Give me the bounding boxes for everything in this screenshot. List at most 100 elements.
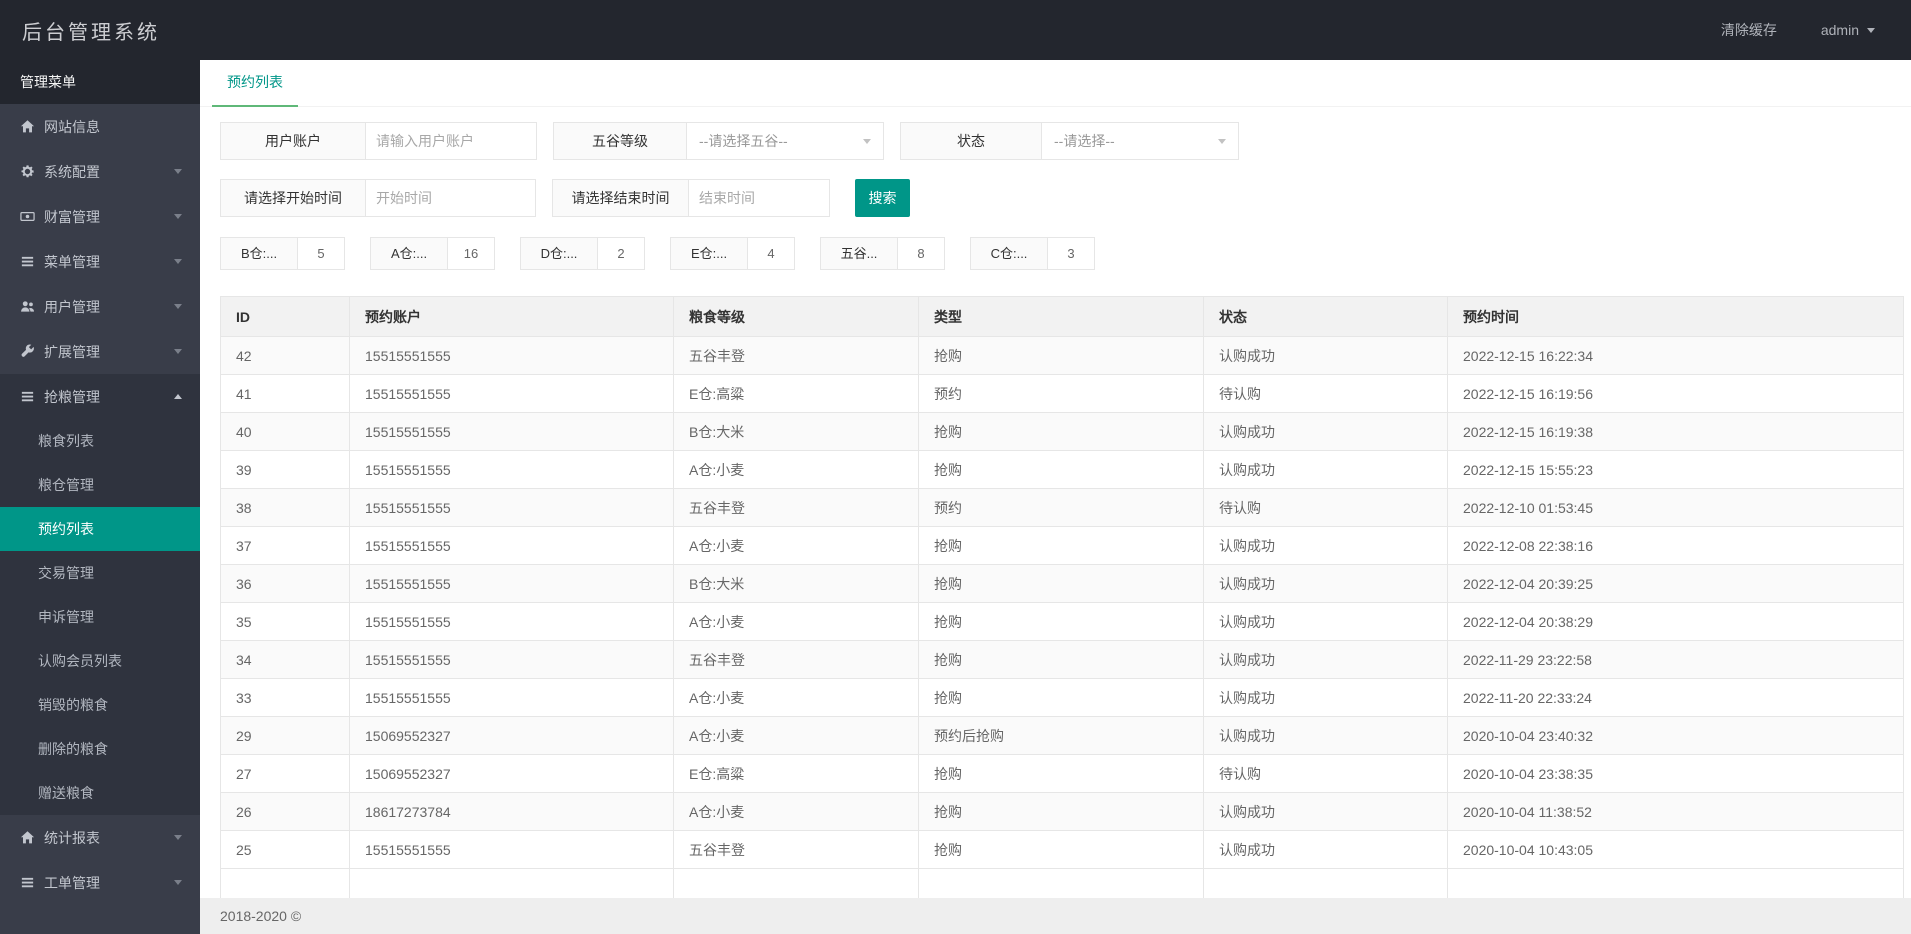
table-cell: 2022-11-20 22:33:24 — [1447, 678, 1904, 717]
chevron-down-icon — [174, 349, 182, 354]
search-button[interactable]: 搜索 — [855, 179, 910, 217]
table-cell: 39 — [220, 450, 350, 489]
sidebar-item-user-mgmt[interactable]: 用户管理 — [0, 284, 200, 329]
sidebar-item-stats-report[interactable]: 统计报表 — [0, 815, 200, 860]
table-cell: 待认购 — [1203, 488, 1448, 527]
sidebar-item-system-config[interactable]: 系统配置 — [0, 149, 200, 194]
sidebar-subitem-appeal-mgmt[interactable]: 申诉管理 — [0, 595, 200, 639]
table-cell: 34 — [220, 640, 350, 679]
column-header: ID — [220, 296, 350, 337]
table-cell: 29 — [220, 716, 350, 755]
stat-box: E仓:... 4 — [670, 237, 795, 270]
table-cell: E仓:高粱 — [673, 374, 919, 413]
sidebar-item-wealth-mgmt[interactable]: 财富管理 — [0, 194, 200, 239]
table-cell: 2022-12-15 16:19:56 — [1447, 374, 1904, 413]
table-cell: 41 — [220, 374, 350, 413]
table-cell: 2022-12-04 20:39:25 — [1447, 564, 1904, 603]
tab-bar: 预约列表 — [200, 60, 1911, 107]
table-cell: 抢购 — [918, 830, 1204, 869]
filter-grain-grade: 五谷等级 --请选择五谷-- — [553, 122, 884, 160]
table-cell: 2022-12-08 22:38:16 — [1447, 526, 1904, 565]
stat-value: 2 — [597, 237, 645, 270]
table-cell: 36 — [220, 564, 350, 603]
clear-cache-link[interactable]: 清除缓存 — [1721, 20, 1777, 40]
end-time-input[interactable] — [688, 179, 830, 217]
table-cell: 抢购 — [918, 450, 1204, 489]
sidebar-item-label: 网站信息 — [44, 118, 100, 135]
grain-grade-select[interactable]: --请选择五谷-- — [686, 122, 884, 160]
table-cell: 抢购 — [918, 640, 1204, 679]
table-cell: B仓:大米 — [673, 564, 919, 603]
table-cell: 15515551555 — [349, 412, 674, 451]
filter-row-2: 请选择开始时间 请选择结束时间 搜索 — [220, 179, 1911, 217]
chevron-down-icon — [174, 880, 182, 885]
list-icon — [21, 256, 34, 267]
sidebar-item-label: 财富管理 — [44, 208, 100, 225]
table-cell: 五谷丰登 — [673, 336, 919, 375]
table-cell: 抢购 — [918, 412, 1204, 451]
filter-label-user-account: 用户账户 — [220, 122, 366, 160]
table-cell: 认购成功 — [1203, 716, 1448, 755]
sidebar: 管理菜单 网站信息 系统配置 财富管理 菜单管理 用户管理 扩展管理 抢粮管理 粮食列表 粮仓管… — [0, 60, 200, 934]
table-cell: 38 — [220, 488, 350, 527]
table-row: 38 15515551555 五谷丰登 预约 待认购 2022-12-10 01:53:4… — [220, 488, 1904, 527]
sidebar-subitem-subscribe-member-list[interactable]: 认购会员列表 — [0, 639, 200, 683]
table-cell: 五谷丰登 — [673, 488, 919, 527]
sidebar-subitem-grain-list[interactable]: 粮食列表 — [0, 419, 200, 463]
user-account-input[interactable] — [365, 122, 537, 160]
start-time-input[interactable] — [365, 179, 536, 217]
stat-value: 16 — [447, 237, 495, 270]
users-icon — [21, 301, 34, 312]
wrench-icon — [21, 344, 34, 357]
table-cell: A仓:小麦 — [673, 450, 919, 489]
table-cell: 2020-10-04 10:43:05 — [1447, 830, 1904, 869]
select-placeholder: --请选择五谷-- — [699, 133, 788, 149]
table-cell: 15515551555 — [349, 678, 674, 717]
user-menu[interactable]: admin — [1821, 22, 1875, 38]
table-row: 39 15515551555 A仓:小麦 抢购 认购成功 2022-12-15 15:55… — [220, 450, 1904, 489]
filter-label-grain-grade: 五谷等级 — [553, 122, 687, 160]
table-cell: 认购成功 — [1203, 678, 1448, 717]
table-cell: 15069552327 — [349, 716, 674, 755]
sidebar-item-label: 系统配置 — [44, 163, 100, 180]
table-cell: 2020-10-04 11:38:52 — [1447, 792, 1904, 831]
status-select[interactable]: --请选择-- — [1041, 122, 1239, 160]
home-icon — [20, 831, 35, 844]
chevron-up-icon — [174, 394, 182, 399]
table-cell: 15515551555 — [349, 830, 674, 869]
filter-start-time: 请选择开始时间 — [220, 179, 536, 217]
table-cell: 18617273784 — [349, 792, 674, 831]
username: admin — [1820, 22, 1859, 38]
table-cell: 认购成功 — [1203, 526, 1448, 565]
sidebar-item-label: 抢粮管理 — [44, 388, 100, 405]
sidebar-subitem-destroyed-grain[interactable]: 销毁的粮食 — [0, 683, 200, 727]
chevron-down-icon — [174, 214, 182, 219]
footer: 2018-2020 © — [200, 898, 1911, 934]
sidebar-item-menu-mgmt[interactable]: 菜单管理 — [0, 239, 200, 284]
main-content: 预约列表 用户账户五谷等级--请选择五谷--状态--请选择-- 请选择开始时间请… — [200, 60, 1911, 934]
sidebar-subitem-deleted-grain[interactable]: 删除的粮食 — [0, 727, 200, 771]
table-cell: 33 — [220, 678, 350, 717]
stat-box: A仓:... 16 — [370, 237, 495, 270]
list-icon — [21, 877, 34, 888]
filter-area: 用户账户 五谷等级 --请选择五谷-- 状态 --请选择-- 请选择开始时间 请选择结束时… — [200, 107, 1911, 217]
stat-box: D仓:... 2 — [520, 237, 645, 270]
table-cell: 15069552327 — [349, 754, 674, 793]
table-cell: 35 — [220, 602, 350, 641]
sidebar-item-label: 统计报表 — [44, 829, 100, 846]
table-cell: A仓:小麦 — [673, 526, 919, 565]
table-cell: 抢购 — [918, 792, 1204, 831]
tab-reservation-list[interactable]: 预约列表 — [212, 60, 298, 107]
sidebar-subitem-trade-mgmt[interactable]: 交易管理 — [0, 551, 200, 595]
sidebar-subitem-granary-mgmt[interactable]: 粮仓管理 — [0, 463, 200, 507]
sidebar-item-extension-mgmt[interactable]: 扩展管理 — [0, 329, 200, 374]
sidebar-item-website-info[interactable]: 网站信息 — [0, 104, 200, 149]
stat-value: 3 — [1047, 237, 1095, 270]
sidebar-item-workorder-mgmt[interactable]: 工单管理 — [0, 860, 200, 905]
sidebar-item-grain-rush-mgmt[interactable]: 抢粮管理 — [0, 374, 200, 419]
table-cell: 待认购 — [1203, 754, 1448, 793]
stat-value: 4 — [747, 237, 795, 270]
sidebar-subitem-gifted-grain[interactable]: 赠送粮食 — [0, 771, 200, 815]
sidebar-subitem-reservation-list[interactable]: 预约列表 — [0, 507, 200, 551]
table-cell: 2022-12-04 20:38:29 — [1447, 602, 1904, 641]
